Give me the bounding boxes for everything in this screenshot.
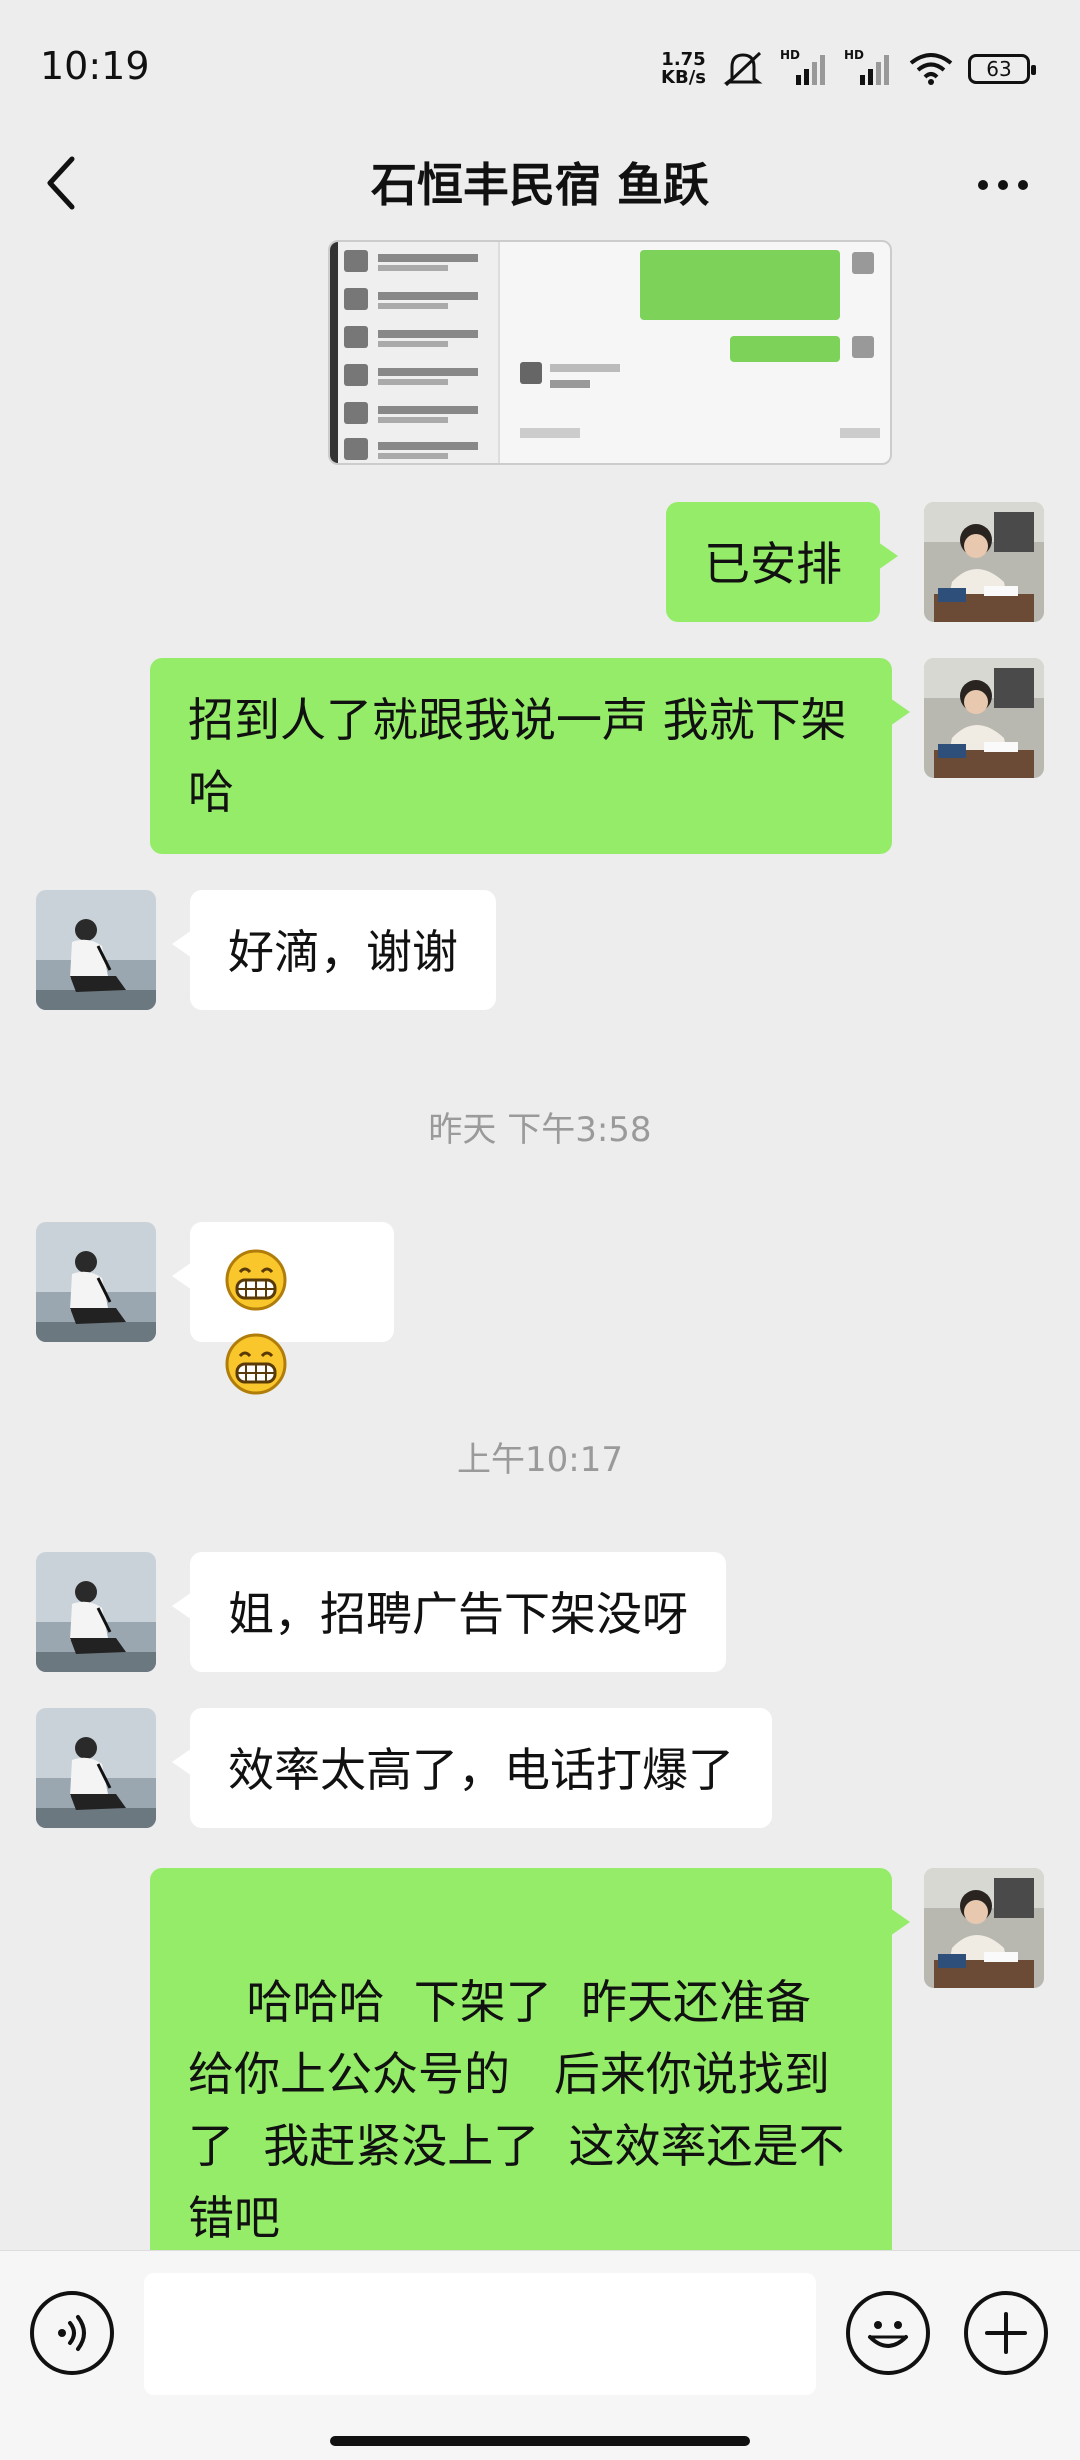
message-bubble[interactable]: 已安排 xyxy=(666,502,898,622)
chat-header: 石恒丰民宿 鱼跃 xyxy=(0,130,1080,240)
hd-label-2: HD xyxy=(844,49,864,62)
battery-icon: 63 xyxy=(968,54,1036,84)
chevron-left-icon[interactable] xyxy=(42,148,102,218)
signal-icon: HD xyxy=(780,49,830,89)
avatar[interactable] xyxy=(36,1552,156,1672)
hd-label-1: HD xyxy=(780,49,800,62)
shared-screenshot-image[interactable] xyxy=(328,240,892,465)
avatar[interactable] xyxy=(924,658,1044,778)
message-bubble[interactable]: 姐，招聘广告下架没呀 xyxy=(172,1552,726,1672)
signal-icon: HD xyxy=(844,49,894,89)
chat-messages[interactable]: 已安排 招到人了就跟我说一声 我就下架哈 好滴，谢谢 昨天 下午3:58 上午1… xyxy=(0,240,1080,2250)
smiley-icon[interactable] xyxy=(846,2291,930,2375)
home-indicator[interactable] xyxy=(330,2436,750,2446)
avatar[interactable] xyxy=(36,1708,156,1828)
message-input[interactable] xyxy=(144,2273,816,2395)
message-timestamp: 上午10:17 xyxy=(457,1440,623,1480)
emoji-message-bubble[interactable] xyxy=(172,1222,394,1395)
more-dots-icon[interactable] xyxy=(968,160,1038,210)
chat-input-bar xyxy=(0,2250,1080,2460)
message-bubble[interactable]: 招到人了就跟我说一声 我就下架哈 xyxy=(150,658,910,854)
message-bubble[interactable]: 哈哈哈 下架了 昨天还准备给你上公众号的 后来你说找到了 我赶紧没上了 这效率还… xyxy=(150,1868,910,2250)
plus-icon[interactable] xyxy=(964,2291,1048,2375)
mute-bell-icon xyxy=(720,49,766,89)
avatar[interactable] xyxy=(924,502,1044,622)
message-timestamp: 昨天 下午3:58 xyxy=(428,1110,652,1150)
grin-icon xyxy=(224,1332,288,1416)
voice-icon[interactable] xyxy=(30,2291,114,2375)
avatar[interactable] xyxy=(36,1222,156,1342)
avatar[interactable] xyxy=(924,1868,1044,1988)
status-icons: 1.75 KB/s HD HD 63 xyxy=(661,44,1036,94)
message-bubble[interactable]: 好滴，谢谢 xyxy=(172,890,496,1010)
avatar[interactable] xyxy=(36,890,156,1010)
wifi-icon xyxy=(908,51,954,87)
grin-icon xyxy=(224,1248,288,1332)
network-speed: 1.75 KB/s xyxy=(661,49,706,88)
chat-title: 石恒丰民宿 鱼跃 xyxy=(370,158,709,212)
status-time: 10:19 xyxy=(40,44,150,88)
status-bar: 10:19 1.75 KB/s HD HD 63 xyxy=(0,0,1080,130)
message-bubble[interactable]: 效率太高了，电话打爆了 xyxy=(172,1708,772,1828)
